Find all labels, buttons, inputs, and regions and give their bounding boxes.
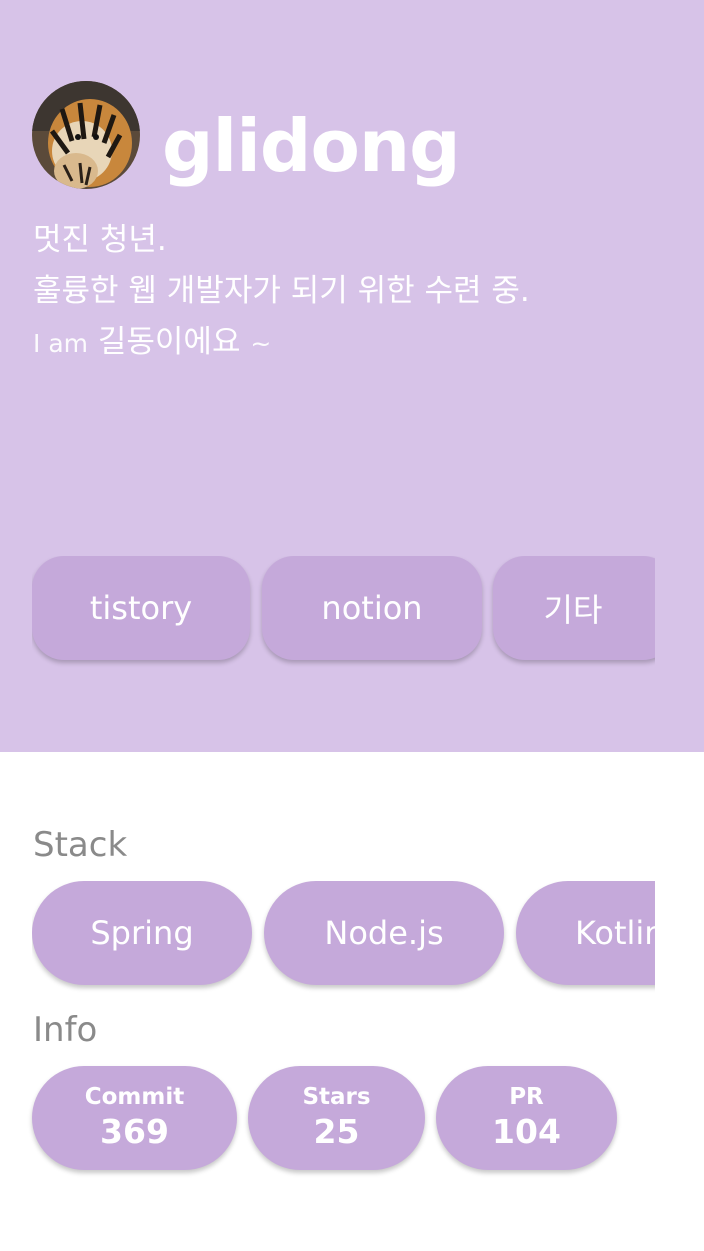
- stat-pr-label: PR: [509, 1084, 544, 1110]
- link-tistory-button[interactable]: tistory: [32, 556, 250, 660]
- bio-prefix: I am: [33, 329, 88, 358]
- stack-spring-chip[interactable]: Spring: [32, 881, 252, 985]
- bio-line-3: I am 길동이에요 ~: [33, 322, 271, 364]
- stat-commit-label: Commit: [84, 1084, 185, 1110]
- link-etc-button[interactable]: 기타: [493, 556, 655, 660]
- username: glidong: [162, 104, 461, 188]
- stack-chip-row[interactable]: Spring Node.js Kotlin: [32, 881, 655, 997]
- link-chip-row[interactable]: tistory notion 기타: [32, 556, 655, 672]
- stack-section-title: Stack: [33, 825, 128, 865]
- stat-stars-value: 25: [313, 1112, 360, 1151]
- tiger-avatar-image: [32, 81, 140, 189]
- stat-stars-label: Stars: [302, 1084, 371, 1110]
- stat-pr[interactable]: PR 104: [436, 1066, 617, 1170]
- bio-suffix: ~: [250, 329, 272, 358]
- stack-kotlin-chip[interactable]: Kotlin: [516, 881, 655, 985]
- stat-stars[interactable]: Stars 25: [248, 1066, 425, 1170]
- stack-nodejs-chip[interactable]: Node.js: [264, 881, 504, 985]
- bio-line-1: 멋진 청년.: [33, 222, 167, 258]
- bio-line-2: 훌륭한 웹 개발자가 되기 위한 수련 중.: [33, 273, 530, 309]
- stat-pr-value: 104: [492, 1112, 561, 1151]
- stat-commit[interactable]: Commit 369: [32, 1066, 237, 1170]
- stat-commit-value: 369: [100, 1112, 169, 1151]
- link-notion-button[interactable]: notion: [262, 556, 482, 660]
- info-section-title: Info: [33, 1010, 98, 1050]
- profile-header: glidong 멋진 청년. 훌륭한 웹 개발자가 되기 위한 수련 중. I …: [0, 0, 704, 752]
- bio-name: 길동이에요: [97, 324, 241, 360]
- avatar[interactable]: [32, 81, 140, 189]
